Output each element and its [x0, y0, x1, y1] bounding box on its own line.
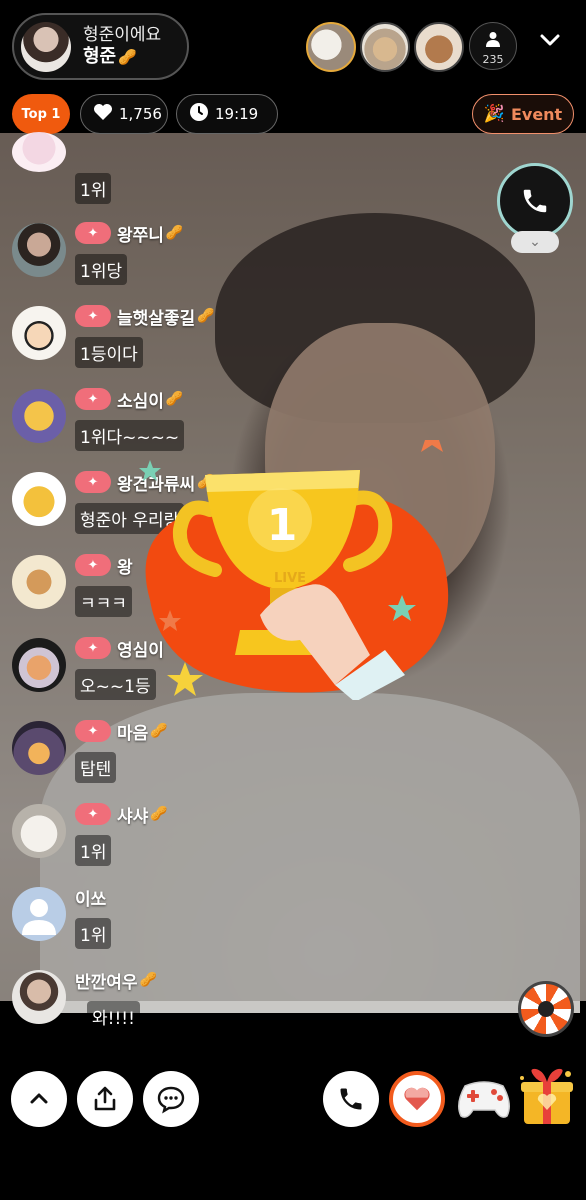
peanut-icon: 🥜 — [165, 225, 184, 241]
trophy-caption: LIVE — [274, 571, 306, 586]
top1-trophy-animation: 1 LIVE — [130, 420, 460, 702]
chat-text: 1위 — [75, 835, 112, 866]
chat-avatar[interactable] — [12, 638, 66, 692]
person-icon — [470, 31, 516, 50]
top-viewer-avatar-3[interactable] — [414, 22, 464, 72]
sparkle-icon: ✦ — [75, 637, 111, 659]
chat-avatar[interactable] — [12, 721, 66, 775]
event-button[interactable]: 🎉 Event — [472, 94, 574, 134]
likes-count: 1,756 — [119, 105, 162, 123]
peanut-icon: 🥜 — [165, 391, 184, 407]
peanut-icon: 🥜 — [150, 723, 168, 739]
trophy-icon: 1 LIVE — [139, 420, 450, 702]
like-heart-button[interactable] — [389, 1071, 445, 1127]
chat-nickname[interactable]: 샤샤 — [117, 802, 148, 827]
streamer-name: 형준 — [83, 45, 117, 67]
heart-icon — [404, 1087, 430, 1111]
sparkle-icon: ✦ — [75, 554, 111, 576]
phone-icon — [340, 1088, 362, 1110]
peanut-icon: 🥜 — [139, 972, 157, 988]
chat-nickname[interactable]: 늘햇살좋길 — [117, 304, 195, 329]
chat-text: ㅋㅋㅋ — [75, 586, 132, 617]
phone-icon — [523, 189, 547, 213]
chat-text: 와!!!! — [87, 1001, 140, 1032]
streamer-profile[interactable]: 형준이에요 형준 🥜 — [12, 13, 189, 80]
elapsed-time: 19:19 — [215, 105, 259, 123]
chat-avatar[interactable] — [12, 472, 66, 526]
top-viewer-avatar-1[interactable] — [306, 22, 356, 72]
chat-avatar[interactable] — [12, 804, 66, 858]
sparkle-icon: ✦ — [75, 720, 111, 742]
roulette-button[interactable] — [518, 981, 574, 1037]
peanut-icon: 🥜 — [197, 308, 215, 324]
share-icon — [94, 1086, 116, 1111]
top-viewer-avatar-2[interactable] — [360, 22, 410, 72]
chat-nickname[interactable]: 반깐여우 — [75, 968, 138, 993]
sparkle-icon: ✦ — [75, 471, 111, 493]
chat-bubble-icon — [157, 1086, 185, 1114]
chat-nickname[interactable]: 이쏘 — [75, 885, 106, 910]
call-request-button[interactable] — [497, 163, 573, 239]
heart-icon — [93, 103, 113, 125]
call-button[interactable] — [323, 1071, 379, 1127]
chat-avatar[interactable] — [12, 223, 66, 277]
streamer-name-row: 형준 🥜 — [83, 46, 161, 69]
chevron-down-icon[interactable] — [536, 26, 564, 54]
chat-nickname[interactable]: 마음 — [117, 719, 148, 744]
peanut-icon: 🥜 — [118, 47, 137, 66]
sparkle-icon: ✦ — [75, 222, 111, 244]
share-button[interactable] — [77, 1071, 133, 1127]
peanut-icon: 🥜 — [150, 806, 168, 822]
chat-text: 1위당 — [75, 254, 128, 285]
chat-text: 1등이다 — [75, 337, 143, 368]
chat-nickname[interactable]: 왕쭈니 — [117, 221, 164, 246]
party-popper-icon: 🎉 — [483, 104, 505, 124]
chat-avatar[interactable] — [12, 970, 66, 1024]
chat-text: 1위 — [75, 918, 112, 949]
streamer-subtitle: 형준이에요 — [83, 24, 162, 45]
chevron-down-icon[interactable]: ⌄ — [511, 231, 559, 253]
sparkle-icon: ✦ — [75, 305, 111, 327]
chat-avatar[interactable] — [12, 555, 66, 609]
chat-button[interactable] — [143, 1071, 199, 1127]
scroll-up-button[interactable] — [11, 1071, 67, 1127]
event-label: Event — [510, 104, 563, 124]
chat-avatar[interactable] — [12, 306, 66, 360]
streamer-avatar — [21, 21, 71, 72]
chevron-up-icon — [30, 1093, 48, 1104]
chat-nickname[interactable]: 소심이 — [117, 387, 164, 412]
trophy-rank-number: 1 — [267, 500, 298, 551]
viewer-count: 235 — [482, 53, 504, 66]
chat-text: 1위 — [75, 173, 112, 204]
timer-pill: 19:19 — [176, 94, 278, 134]
gift-box-icon[interactable] — [516, 1066, 578, 1128]
viewer-count-button[interactable]: 235 — [469, 22, 517, 70]
chat-avatar[interactable] — [12, 132, 66, 172]
gamepad-icon[interactable] — [455, 1074, 513, 1122]
default-user-icon[interactable] — [12, 887, 66, 941]
chat-text: 탑텐 — [75, 752, 117, 783]
chat-avatar[interactable] — [12, 389, 66, 443]
likes-pill[interactable]: 1,756 — [80, 94, 168, 134]
sparkle-icon: ✦ — [75, 803, 111, 825]
rank-badge[interactable]: Top 1 — [12, 94, 70, 134]
clock-icon — [189, 102, 209, 126]
sparkle-icon: ✦ — [75, 388, 111, 410]
